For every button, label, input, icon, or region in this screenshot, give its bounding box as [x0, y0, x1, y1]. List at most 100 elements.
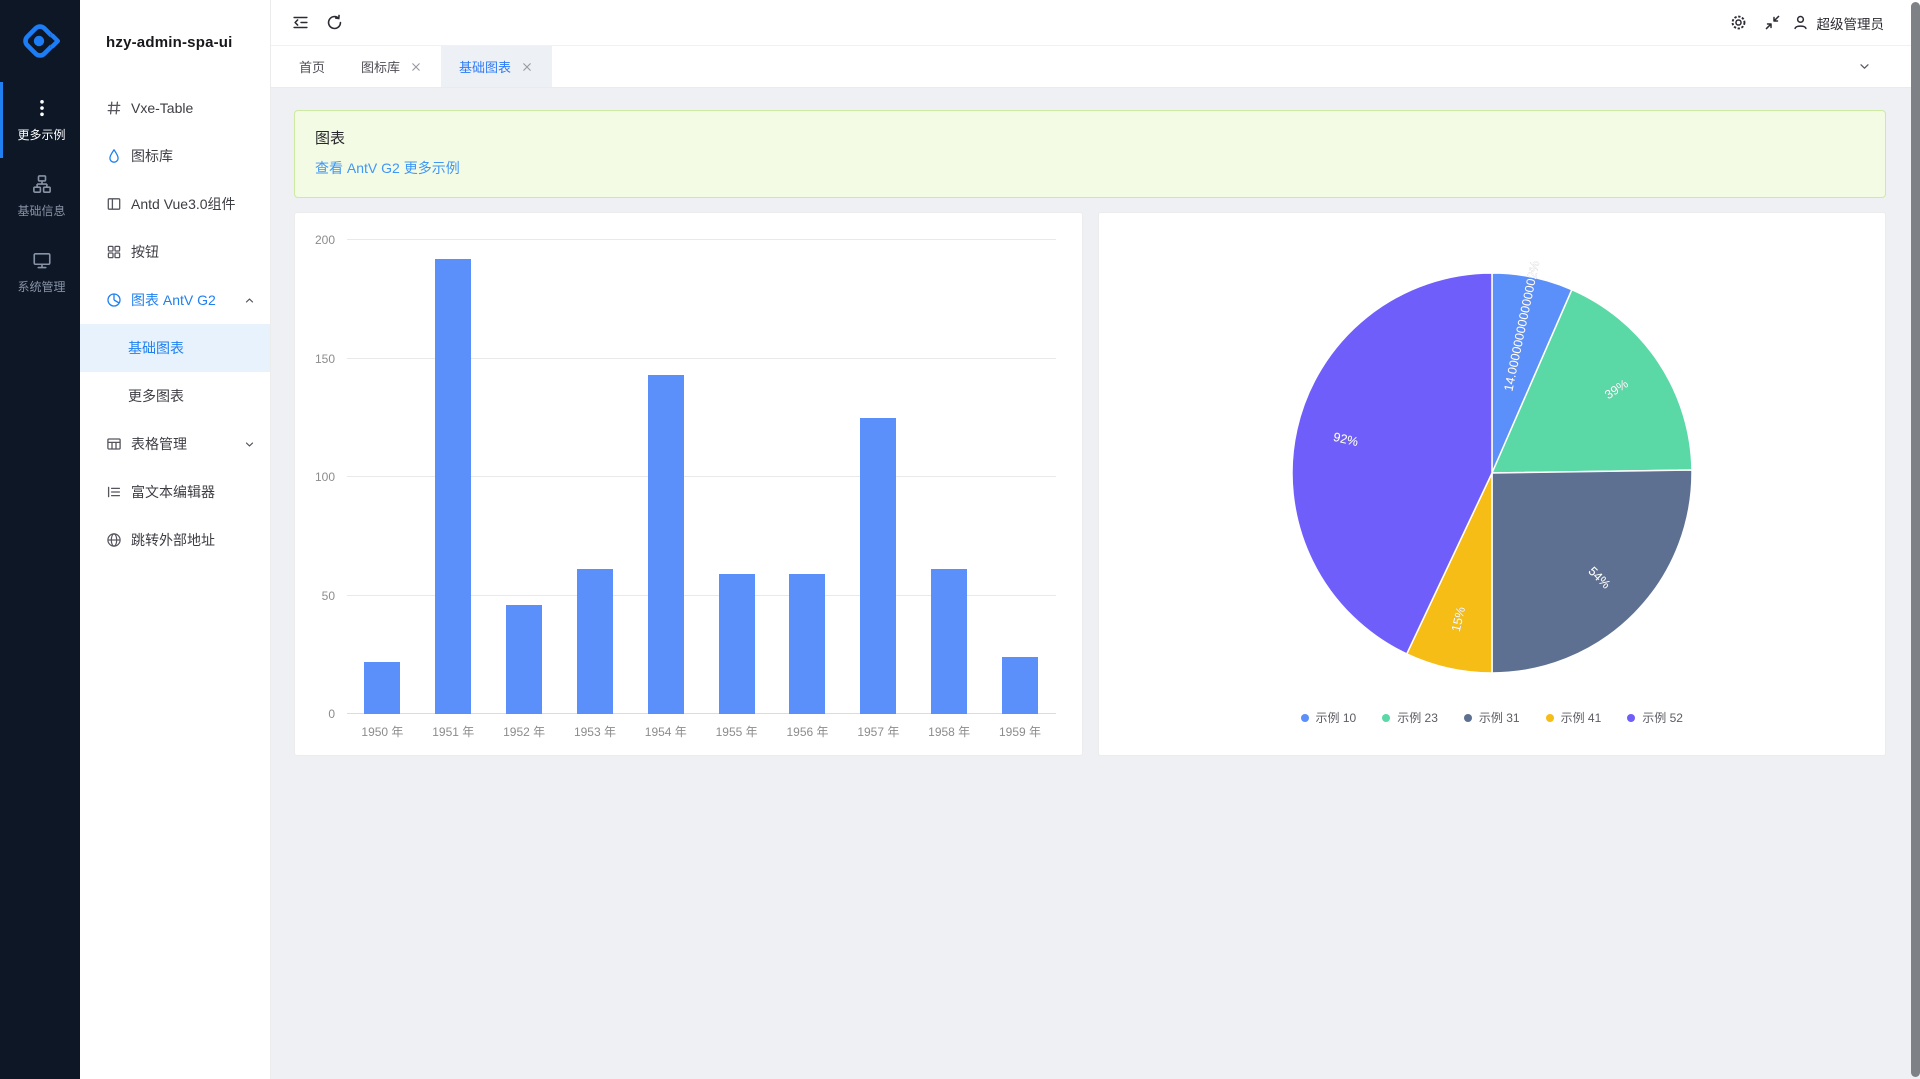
rail-item-label: 系统管理 — [17, 278, 65, 295]
layout-icon — [106, 196, 122, 212]
refresh-icon — [326, 14, 343, 31]
bar-slot — [630, 240, 701, 714]
rail-item-more-examples[interactable]: 更多示例 — [0, 82, 80, 158]
tab-close-button[interactable] — [520, 60, 534, 74]
sidebar-item-basic-charts[interactable]: 基础图表 — [80, 324, 270, 372]
sidebar-item-buttons[interactable]: 按钮 — [80, 228, 270, 276]
close-icon — [409, 60, 423, 74]
user-icon — [1790, 6, 1812, 40]
x-axis-label: 1958 年 — [914, 723, 985, 740]
x-axis-label: 1954 年 — [630, 723, 701, 740]
rail-item-system-manage[interactable]: 系统管理 — [0, 234, 80, 310]
sidebar-item-label: 跳转外部地址 — [131, 530, 256, 550]
sidebar-item-more-charts[interactable]: 更多图表 — [80, 372, 270, 420]
pie-icon — [106, 292, 122, 308]
sidebar-item-rich-text[interactable]: 富文本编辑器 — [80, 468, 270, 516]
table-icon — [106, 436, 122, 452]
sidebar-item-label: Vxe-Table — [131, 100, 256, 116]
legend-item-示例-23[interactable]: 示例 23 — [1382, 709, 1438, 726]
y-axis-label: 200 — [315, 233, 335, 247]
fullscreen-button[interactable] — [1756, 6, 1790, 40]
sidebar-item-icon-library[interactable]: 图标库 — [80, 132, 270, 180]
legend-label: 示例 41 — [1561, 709, 1602, 726]
tab-图标库[interactable]: 图标库 — [343, 46, 441, 87]
tab-首页[interactable]: 首页 — [281, 46, 343, 87]
sidebar-item-vxe-table[interactable]: Vxe-Table — [80, 84, 270, 132]
legend-item-示例-52[interactable]: 示例 52 — [1627, 709, 1683, 726]
sidebar-item-label: 富文本编辑器 — [131, 482, 256, 502]
sidebar-item-external-link[interactable]: 跳转外部地址 — [80, 516, 270, 564]
bar-1955年[interactable] — [719, 574, 755, 714]
x-axis-label: 1955 年 — [701, 723, 772, 740]
bar-1950年[interactable] — [364, 662, 400, 714]
pie-chart-card: 14.000000000000002%39%54%15%92% 示例 10 示例 … — [1098, 212, 1887, 756]
bar-slot — [985, 240, 1056, 714]
bar-slot — [843, 240, 914, 714]
apps-icon — [106, 244, 122, 260]
y-axis-label: 50 — [322, 589, 335, 603]
bar-1958年[interactable] — [931, 569, 967, 714]
bar-1957年[interactable] — [860, 418, 896, 714]
sidebar-item-label: Antd Vue3.0组件 — [131, 194, 256, 214]
page-scrollbar[interactable] — [1911, 2, 1920, 1077]
bar-slot — [560, 240, 631, 714]
legend-item-示例-31[interactable]: 示例 31 — [1464, 709, 1520, 726]
bar-slot — [418, 240, 489, 714]
sidebar-item-label: 基础图表 — [128, 338, 256, 358]
x-axis-label: 1957 年 — [843, 723, 914, 740]
menu-fold-button[interactable] — [283, 6, 317, 40]
legend-marker — [1464, 714, 1472, 722]
refresh-button[interactable] — [317, 6, 351, 40]
chevron-down-icon — [1857, 59, 1872, 74]
legend-label: 示例 23 — [1397, 709, 1438, 726]
sidebar-item-label: 表格管理 — [131, 434, 234, 454]
bar-chart-card: 050100150200 1950 年1951 年1952 年1953 年195… — [294, 212, 1083, 756]
legend-item-示例-41[interactable]: 示例 41 — [1546, 709, 1602, 726]
rail-item-label: 基础信息 — [17, 202, 65, 219]
close-icon — [520, 60, 534, 74]
bar-1954年[interactable] — [648, 375, 684, 714]
legend-item-示例-10[interactable]: 示例 10 — [1301, 709, 1357, 726]
sidebar-item-label: 按钮 — [131, 242, 256, 262]
x-axis-label: 1952 年 — [489, 723, 560, 740]
legend-marker — [1546, 714, 1554, 722]
bar-1952年[interactable] — [506, 605, 542, 714]
rail-item-label: 更多示例 — [17, 126, 65, 143]
sidebar: hzy-admin-spa-ui Vxe-Table图标库Antd Vue3.0… — [80, 0, 271, 1079]
rail-item-basic-info[interactable]: 基础信息 — [0, 158, 80, 234]
bar-1959年[interactable] — [1002, 657, 1038, 714]
x-axis-label: 1959 年 — [985, 723, 1056, 740]
antv-g2-examples-link[interactable]: 查看 AntV G2 更多示例 — [315, 160, 460, 176]
hash-icon — [106, 100, 122, 116]
username: 超级管理员 — [1817, 13, 1885, 33]
app-logo[interactable] — [0, 0, 80, 82]
bar-slot — [701, 240, 772, 714]
sidebar-item-table-manage[interactable]: 表格管理 — [80, 420, 270, 468]
tab-close-button[interactable] — [409, 60, 423, 74]
user-menu[interactable]: 超级管理员 — [1790, 6, 1885, 40]
legend-marker — [1301, 714, 1309, 722]
y-axis-label: 0 — [328, 707, 335, 721]
rail-menu: 更多示例基础信息系统管理 — [0, 82, 80, 310]
bar-1951年[interactable] — [435, 259, 471, 714]
sidebar-item-antd-vue[interactable]: Antd Vue3.0组件 — [80, 180, 270, 228]
page-content: 图表 查看 AntV G2 更多示例 050100150200 1950 年19… — [271, 88, 1920, 1079]
alert-title: 图表 — [315, 127, 1865, 148]
bar-1953年[interactable] — [577, 569, 613, 714]
tab-基础图表[interactable]: 基础图表 — [441, 46, 552, 87]
bar-slot — [347, 240, 418, 714]
y-axis-label: 150 — [315, 352, 335, 366]
tab-label: 基础图表 — [459, 57, 511, 76]
pie-chart: 14.000000000000002%39%54%15%92% — [1292, 273, 1692, 673]
x-axis-label: 1950 年 — [347, 723, 418, 740]
monitor-icon — [32, 250, 52, 270]
bars-container — [347, 240, 1056, 714]
sidebar-item-antv-g2[interactable]: 图表 AntV G2 — [80, 276, 270, 324]
legend-label: 示例 31 — [1479, 709, 1520, 726]
user-icon — [1792, 14, 1809, 31]
settings-button[interactable] — [1722, 6, 1756, 40]
legend-label: 示例 10 — [1316, 709, 1357, 726]
bar-1956年[interactable] — [789, 574, 825, 714]
main-area: 超级管理员 首页图标库基础图表 图表 查看 AntV G2 更多示例 05010… — [271, 0, 1920, 1079]
tabs-dropdown-button[interactable] — [1842, 46, 1886, 87]
